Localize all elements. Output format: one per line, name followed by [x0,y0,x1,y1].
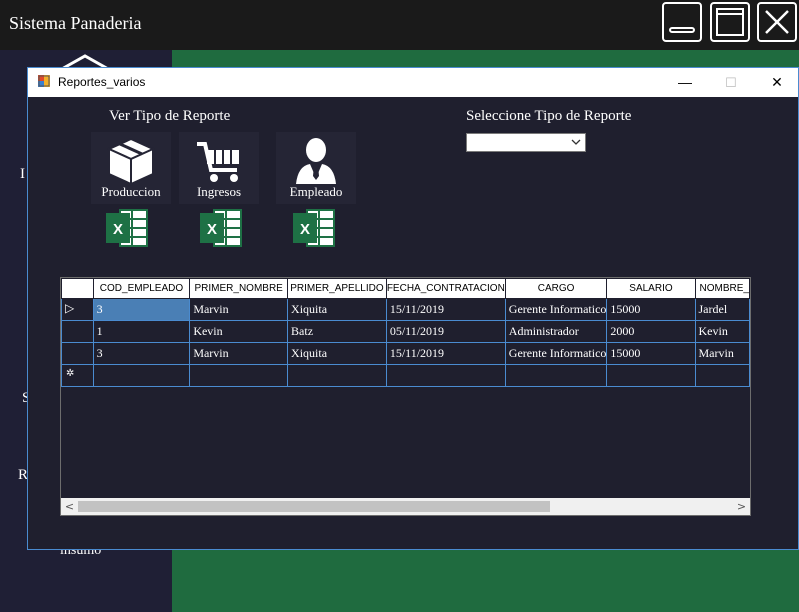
chevron-down-icon [571,139,581,145]
table-cell[interactable]: 15000 [606,342,696,365]
column-header[interactable]: NOMBRE_ [694,278,750,299]
table-row[interactable]: 1 Kevin Batz 05/11/2019 Administrador 20… [61,320,750,343]
row-header[interactable] [61,320,94,343]
current-row-marker: ▷ [65,301,75,315]
seleccione-tipo-label: Seleccione Tipo de Reporte [466,108,632,124]
column-header[interactable]: SALARIO [606,278,696,299]
excel-icon[interactable]: X [198,207,244,249]
svg-text:X: X [113,221,123,238]
table-cell[interactable]: Marvin [189,342,289,365]
new-row-marker: ✲ [66,368,75,379]
row-header[interactable]: ✲ [61,364,94,387]
app-minimize-button[interactable] [662,2,702,42]
table-row[interactable]: ▷ 3 Marvin Xiquita 15/11/2019 Gerente In… [61,298,750,321]
dialog-minimize-button[interactable]: — [662,68,708,97]
table-cell[interactable] [694,364,750,387]
scrollbar-thumb[interactable] [78,501,550,512]
app-title: Sistema Panaderia [9,13,142,33]
new-row[interactable]: ✲ [61,364,750,387]
row-header[interactable]: ▷ [61,298,94,321]
ver-tipo-label: Ver Tipo de Reporte [109,108,231,124]
scroll-left-button[interactable]: < [61,498,78,515]
table-cell[interactable]: 3 [92,342,191,365]
row-header[interactable] [61,342,94,365]
table-cell[interactable]: Xiquita [287,342,387,365]
grid-table: COD_EMPLEADO PRIMER_NOMBRE PRIMER_APELLI… [61,278,750,387]
column-header[interactable]: CARGO [504,278,608,299]
app-titlebar: Sistema Panaderia [0,0,799,50]
empleado-report-button[interactable]: Empleado [276,132,356,204]
grid-header-row: COD_EMPLEADO PRIMER_NOMBRE PRIMER_APELLI… [61,278,750,299]
cart-icon [197,142,239,182]
excel-icon[interactable]: X [104,207,150,249]
table-cell[interactable]: 15000 [606,298,696,321]
ingresos-label: Ingresos [196,184,242,199]
table-cell[interactable]: 2000 [606,320,696,343]
close-icon [765,10,789,34]
column-header[interactable]: PRIMER_NOMBRE [189,278,289,299]
table-cell[interactable]: 15/11/2019 [385,298,506,321]
table-cell[interactable]: 05/11/2019 [385,320,506,343]
table-cell[interactable] [504,364,608,387]
dialog-title: Reportes_varios [58,75,146,89]
table-cell[interactable]: Xiquita [287,298,387,321]
svg-text:X: X [300,221,310,238]
minimize-icon [669,27,695,33]
dialog-maximize-button[interactable]: ☐ [708,68,754,97]
employee-icon [296,138,336,184]
table-cell[interactable] [287,364,387,387]
box-icon [106,137,156,186]
table-cell[interactable]: Jardel [694,298,750,321]
table-cell[interactable]: Gerente Informatico [504,342,608,365]
app-close-button[interactable] [757,2,797,42]
table-cell[interactable]: Marvin [694,342,750,365]
table-cell[interactable]: Gerente Informatico [504,298,608,321]
table-cell[interactable]: Kevin [189,320,289,343]
table-cell[interactable]: Kevin [694,320,750,343]
reportes-dialog: Reportes_varios — ☐ ✕ Ver Tipo de Report… [27,67,799,550]
column-header[interactable]: COD_EMPLEADO [92,278,191,299]
dialog-titlebar: Reportes_varios — ☐ ✕ [28,68,798,97]
table-cell[interactable] [92,364,191,387]
app-maximize-button[interactable] [710,2,750,42]
produccion-report-button[interactable]: Produccion [91,132,171,204]
column-header[interactable]: PRIMER_APELLIDO [287,278,387,299]
employee-data-grid[interactable]: COD_EMPLEADO PRIMER_NOMBRE PRIMER_APELLI… [60,277,751,516]
horizontal-scrollbar[interactable]: < > [61,498,750,515]
column-header[interactable]: FECHA_CONTRATACION [385,278,506,299]
table-cell[interactable]: Batz [287,320,387,343]
table-cell[interactable] [189,364,289,387]
row-header-corner [61,278,94,299]
form-icon [38,75,50,87]
table-cell[interactable] [385,364,506,387]
tipo-reporte-combobox[interactable] [466,133,586,152]
maximize-icon [716,8,744,36]
excel-icon[interactable]: X [291,207,337,249]
ingresos-report-button[interactable]: Ingresos [179,132,259,204]
table-cell[interactable] [606,364,696,387]
table-row[interactable]: 3 Marvin Xiquita 15/11/2019 Gerente Info… [61,342,750,365]
table-cell[interactable]: 3 [92,298,191,321]
table-cell[interactable]: 15/11/2019 [385,342,506,365]
scroll-right-button[interactable]: > [733,498,750,515]
table-cell[interactable]: Marvin [189,298,289,321]
produccion-label: Produccion [101,184,161,199]
table-cell[interactable]: Administrador [504,320,608,343]
table-cell[interactable]: 1 [92,320,191,343]
sidebar-item-partial-1[interactable]: I [20,166,25,183]
empleado-label: Empleado [289,184,343,199]
svg-text:X: X [207,221,217,238]
dialog-close-button[interactable]: ✕ [754,68,799,97]
